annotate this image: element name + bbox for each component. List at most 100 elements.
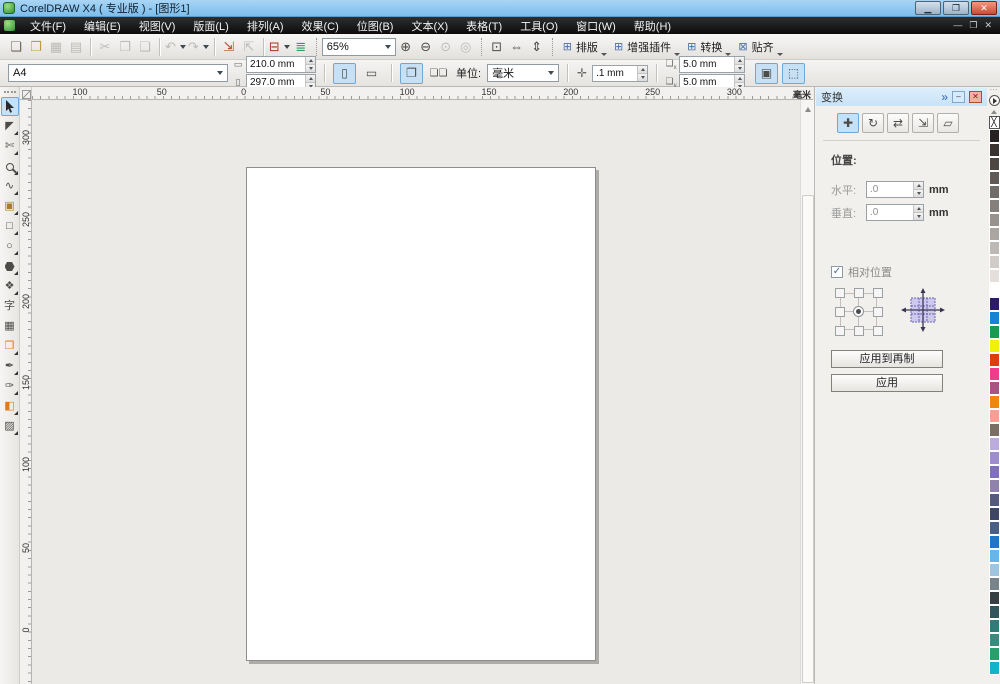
color-swatch[interactable] xyxy=(989,311,1000,325)
typesetting-button[interactable]: ⊞排版 xyxy=(558,37,603,57)
palette-grip[interactable]: ⋯ xyxy=(990,87,999,93)
color-swatch[interactable] xyxy=(989,129,1000,143)
vertical-field[interactable]: .0 xyxy=(866,204,924,221)
color-swatch[interactable] xyxy=(989,633,1000,647)
typesetting-button-flyout[interactable] xyxy=(601,53,607,56)
menubar-item[interactable]: 视图(V) xyxy=(130,17,185,35)
color-swatch[interactable] xyxy=(989,549,1000,563)
basic-shapes-tool[interactable]: ❖ xyxy=(1,277,19,296)
color-swatch[interactable] xyxy=(989,325,1000,339)
document-page[interactable] xyxy=(246,167,596,661)
zoom-page-button[interactable]: ⊡ xyxy=(487,37,507,57)
drawing-area[interactable] xyxy=(32,100,800,684)
redo-button[interactable]: ↷ xyxy=(187,37,210,57)
relative-position-checkbox[interactable]: ✓ xyxy=(831,266,843,278)
print-button[interactable]: ▤ xyxy=(66,37,86,57)
color-swatch[interactable] xyxy=(989,227,1000,241)
color-swatch[interactable] xyxy=(989,185,1000,199)
color-swatch[interactable] xyxy=(989,241,1000,255)
units-combo[interactable]: 毫米 xyxy=(487,64,559,82)
zoom-tool[interactable] xyxy=(1,157,19,176)
menubar-item[interactable]: 位图(B) xyxy=(348,17,403,35)
color-swatch[interactable] xyxy=(989,423,1000,437)
color-swatch[interactable] xyxy=(989,493,1000,507)
current-page-button[interactable]: ❏❏ xyxy=(427,63,450,84)
palette-scroll-up-button[interactable] xyxy=(989,108,1000,116)
doc-minimize-button[interactable]: — xyxy=(953,21,962,30)
export-button[interactable]: ⇱ xyxy=(239,37,259,57)
color-swatch[interactable] xyxy=(989,283,1000,297)
color-swatch[interactable] xyxy=(989,199,1000,213)
paper-preset-combo[interactable]: A4 xyxy=(8,64,228,82)
color-swatch[interactable] xyxy=(989,451,1000,465)
color-swatch[interactable] xyxy=(989,605,1000,619)
copy-button[interactable]: ❐ xyxy=(115,37,135,57)
menubar-item[interactable]: 版面(L) xyxy=(184,17,237,35)
menubar-item[interactable]: 文件(F) xyxy=(21,17,75,35)
options-button[interactable]: ≣ xyxy=(291,37,311,57)
color-swatch[interactable] xyxy=(989,577,1000,591)
color-swatch[interactable] xyxy=(989,171,1000,185)
zoom-all-button[interactable]: ◎ xyxy=(456,37,476,57)
cut-button[interactable]: ✂ xyxy=(95,37,115,57)
duplicate-x-field[interactable]: 5.0 mm xyxy=(679,56,745,73)
text-tool[interactable]: 字 xyxy=(1,297,19,316)
anchor-checkbox[interactable] xyxy=(835,326,845,336)
menubar-item[interactable]: 效果(C) xyxy=(293,17,348,35)
color-swatch[interactable] xyxy=(989,479,1000,493)
menubar-item[interactable]: 编辑(E) xyxy=(75,17,130,35)
color-swatch[interactable] xyxy=(989,409,1000,423)
minimize-button[interactable]: ▁ xyxy=(915,1,941,15)
menubar-item[interactable]: 排列(A) xyxy=(238,17,293,35)
outline-tool[interactable]: ✑ xyxy=(1,377,19,396)
ruler-origin-icon[interactable] xyxy=(20,87,32,100)
freehand-tool[interactable]: ∿ xyxy=(1,177,19,196)
toolbox-grip[interactable] xyxy=(4,91,16,93)
zoom-in-button[interactable]: ⊕ xyxy=(396,37,416,57)
zoom-level-combo[interactable]: 65% xyxy=(322,38,396,56)
blend-tool[interactable]: ❐ xyxy=(1,337,19,356)
undo-button[interactable]: ↶ xyxy=(164,37,187,57)
anchor-checkbox[interactable] xyxy=(835,307,845,317)
snap-button-flyout[interactable] xyxy=(777,53,783,56)
docker-minimize-button[interactable]: – xyxy=(952,91,965,103)
snap-button[interactable]: ⊠贴齐 xyxy=(733,37,778,57)
menubar-item[interactable]: 文本(X) xyxy=(402,17,457,35)
paper-width-field[interactable]: 210.0 mm xyxy=(246,56,316,73)
color-swatch[interactable] xyxy=(989,339,1000,353)
color-swatch[interactable] xyxy=(989,395,1000,409)
transform-skew-button[interactable]: ▱ xyxy=(937,113,959,133)
menubar-item[interactable]: 窗口(W) xyxy=(567,17,625,35)
import-button[interactable]: ⇲ xyxy=(219,37,239,57)
scroll-up-button[interactable] xyxy=(802,102,814,116)
color-swatch[interactable] xyxy=(989,535,1000,549)
anchor-center-radio[interactable] xyxy=(853,306,864,317)
shape-tool[interactable]: ◤ xyxy=(1,117,19,136)
anchor-point-grid[interactable] xyxy=(835,288,883,336)
plugins-button[interactable]: ⊞增强插件 xyxy=(609,37,676,57)
scrollbar-thumb[interactable] xyxy=(802,195,814,683)
color-swatch[interactable] xyxy=(989,353,1000,367)
no-color-swatch[interactable]: ╳ xyxy=(989,116,1000,129)
anchor-checkbox[interactable] xyxy=(873,326,883,336)
menubar-item[interactable]: 工具(O) xyxy=(511,17,567,35)
save-button[interactable]: ▦ xyxy=(46,37,66,57)
color-swatch[interactable] xyxy=(989,213,1000,227)
portrait-button[interactable]: ▯ xyxy=(333,63,356,84)
horizontal-field[interactable]: .0 xyxy=(866,181,924,198)
fill-tool[interactable]: ◧ xyxy=(1,397,19,416)
horizontal-ruler[interactable]: 毫米 10050050100150200250300 xyxy=(32,87,813,100)
transform-size-button[interactable]: ⇲ xyxy=(912,113,934,133)
color-swatch[interactable] xyxy=(989,297,1000,311)
vertical-scrollbar[interactable] xyxy=(800,100,814,684)
zoom-selected-button[interactable]: ⊙ xyxy=(436,37,456,57)
treat-as-filled-button[interactable]: ▣ xyxy=(755,63,778,84)
vertical-ruler[interactable]: 300250200150100500 xyxy=(20,100,32,684)
color-swatch[interactable] xyxy=(989,269,1000,283)
color-swatch[interactable] xyxy=(989,157,1000,171)
apply-to-duplicate-button[interactable]: 应用到再制 xyxy=(831,350,943,368)
docker-close-button[interactable]: ✕ xyxy=(969,91,982,103)
palette-flyout-button[interactable] xyxy=(989,95,1000,106)
convert-button[interactable]: ⊞转换 xyxy=(682,37,727,57)
all-pages-button[interactable]: ❐ xyxy=(400,63,423,84)
